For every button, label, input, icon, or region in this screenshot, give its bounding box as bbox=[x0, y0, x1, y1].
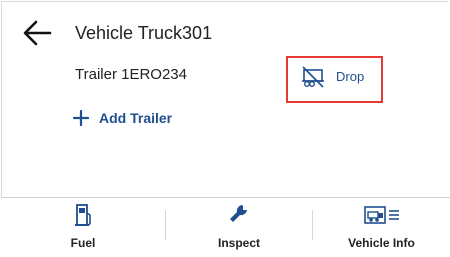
drop-button-label: Drop bbox=[336, 69, 365, 84]
tab-inspect-label: Inspect bbox=[217, 236, 260, 250]
fuel-pump-icon bbox=[75, 204, 91, 226]
truck-info-icon bbox=[364, 206, 399, 224]
wrench-icon bbox=[230, 205, 247, 222]
add-trailer-label: Add Trailer bbox=[99, 110, 173, 126]
plus-icon bbox=[73, 110, 89, 126]
trailer-label: Trailer 1ERO234 bbox=[75, 66, 187, 83]
tab-inspect[interactable]: Inspect bbox=[166, 198, 312, 257]
tab-fuel[interactable]: Fuel bbox=[1, 198, 165, 257]
tab-vehicle-info[interactable]: Vehicle Info bbox=[313, 198, 450, 257]
drop-trailer-button[interactable]: Drop bbox=[286, 56, 383, 103]
arrow-left-icon bbox=[23, 20, 52, 46]
tab-vehicle-info-label: Vehicle Info bbox=[348, 236, 415, 250]
back-button[interactable] bbox=[22, 20, 52, 46]
tab-fuel-label: Fuel bbox=[70, 236, 96, 250]
bottom-tab-bar: Fuel Inspect Vehicle Info bbox=[1, 197, 450, 257]
page-title: Vehicle Truck301 bbox=[75, 23, 213, 43]
trailer-drop-icon bbox=[302, 66, 324, 88]
